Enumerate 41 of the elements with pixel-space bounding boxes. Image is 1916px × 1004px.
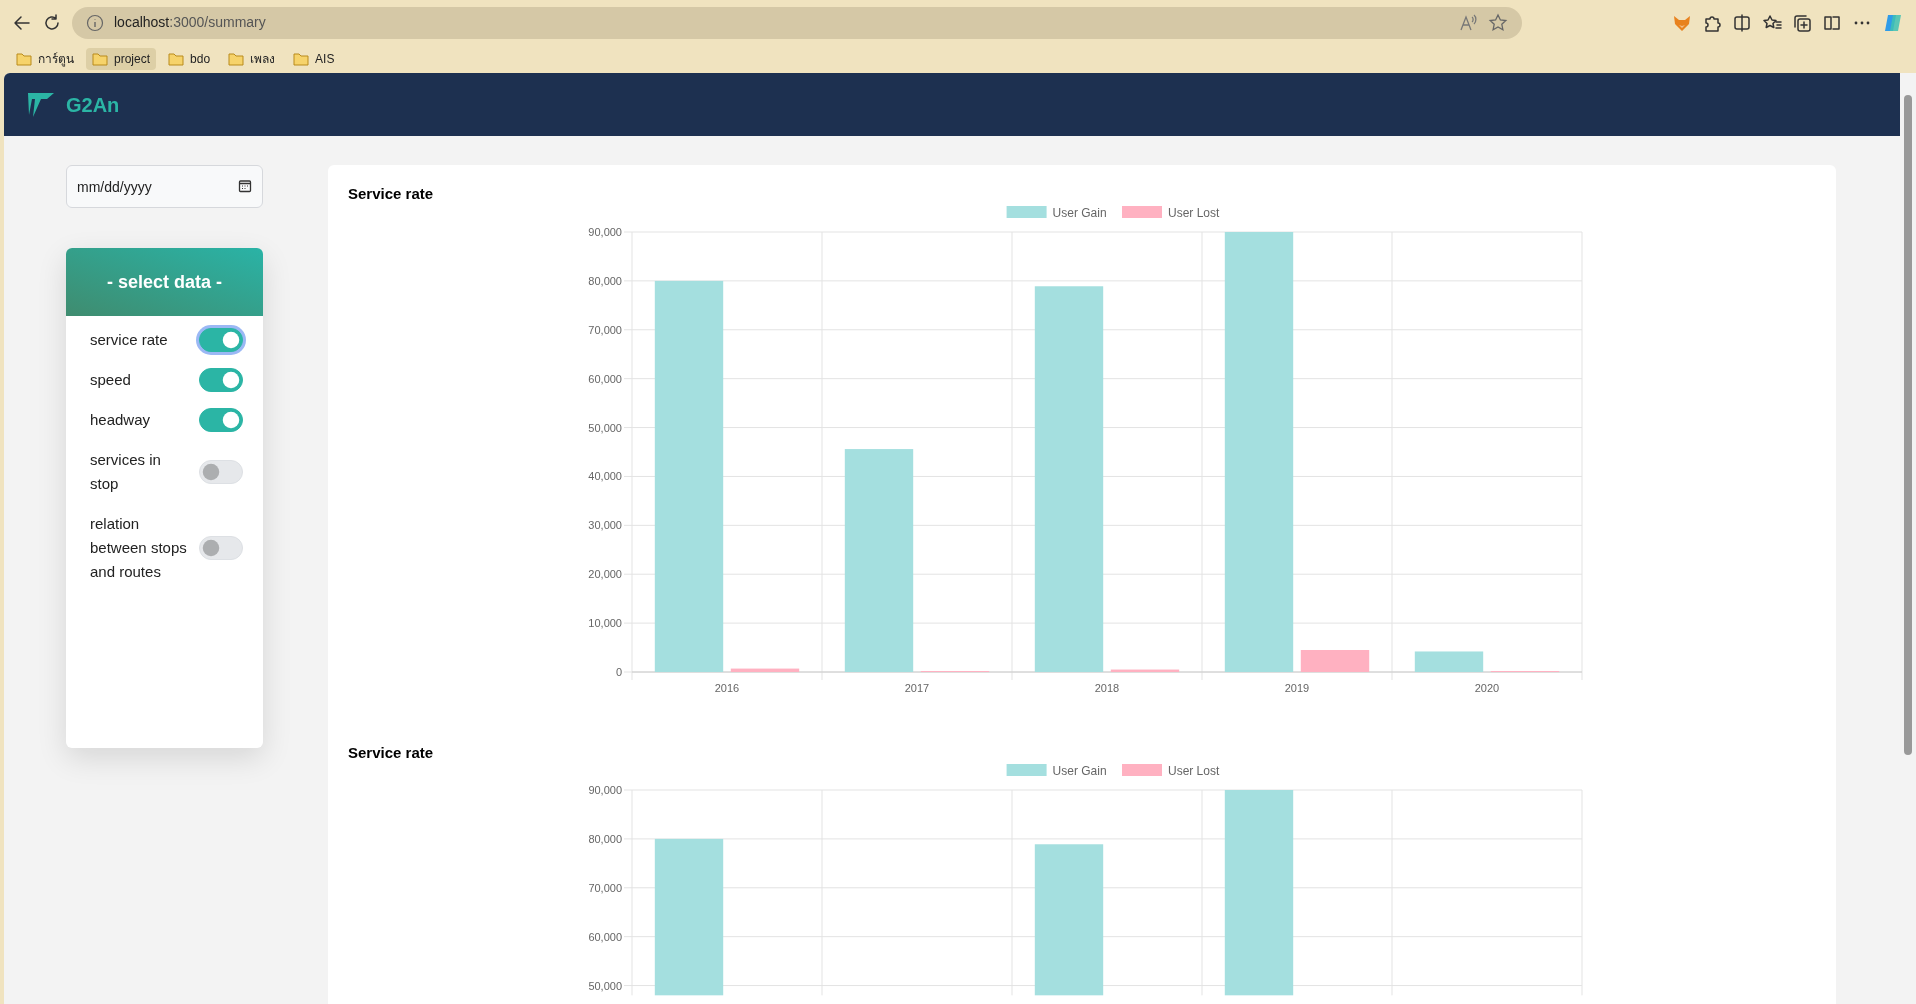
x-axis-label: 2017 — [904, 681, 930, 694]
date-field[interactable]: mm/dd/yyyy — [66, 165, 263, 208]
y-axis-label: 70,000 — [588, 323, 622, 336]
bookmark-folder[interactable]: project — [86, 48, 157, 70]
bookmark-folder[interactable]: bdo — [162, 48, 217, 70]
app-name: G2An — [66, 92, 120, 118]
toggle-label: relation between stops and routes — [90, 514, 188, 582]
chart-title: Service rate — [348, 742, 435, 763]
bookmark-folder[interactable]: การ์ตูน — [10, 48, 80, 70]
y-axis-label: 0 — [615, 665, 622, 678]
toggle-label: speed — [90, 370, 132, 390]
x-axis-label: 2018 — [1094, 681, 1120, 694]
legend-label[interactable]: User Gain — [1052, 205, 1107, 219]
legend-label[interactable]: User Gain — [1052, 763, 1107, 778]
y-axis-label: 60,000 — [588, 372, 622, 385]
y-axis-label: 70,000 — [588, 881, 622, 894]
legend-label[interactable]: User Lost — [1168, 205, 1220, 219]
url-text: localhost:3000/summary — [114, 13, 266, 32]
address-bar[interactable]: localhost:3000/summary — [72, 6, 1522, 39]
y-axis-label: 20,000 — [588, 567, 622, 580]
panel-title: - select data - — [106, 270, 222, 294]
y-axis-label: 80,000 — [588, 274, 622, 287]
y-axis-label: 50,000 — [588, 421, 622, 434]
y-axis-label: 90,000 — [588, 784, 622, 796]
toggle-label: services in stop — [90, 450, 162, 494]
bookmark-folder[interactable]: เพลง — [222, 48, 282, 70]
y-axis-label: 60,000 — [588, 930, 622, 943]
toggle-label: headway — [90, 410, 152, 430]
bookmark-folder[interactable]: AIS — [287, 48, 341, 70]
x-axis-label: 2020 — [1474, 681, 1500, 694]
y-axis-label: 30,000 — [588, 518, 622, 531]
toggle-label: service rate — [90, 330, 169, 350]
chart-title: Service rate — [348, 184, 435, 204]
y-axis-label: 10,000 — [588, 616, 622, 629]
x-axis-label: 2016 — [714, 681, 740, 694]
x-axis-label: 2019 — [1284, 681, 1310, 694]
y-axis-label: 50,000 — [588, 979, 622, 992]
legend-label[interactable]: User Lost — [1168, 763, 1220, 778]
y-axis-label: 80,000 — [588, 832, 622, 845]
y-axis-label: 90,000 — [588, 225, 622, 238]
y-axis-label: 40,000 — [588, 469, 622, 482]
